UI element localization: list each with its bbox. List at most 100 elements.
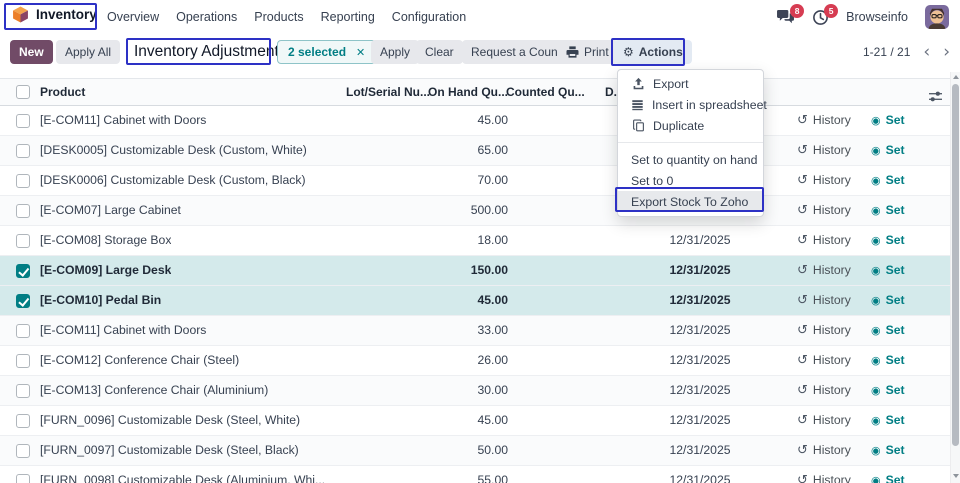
print-button[interactable]: Print [557, 40, 618, 64]
scheduled-date-cell[interactable]: 12/31/2025 [645, 256, 755, 285]
on-hand-quantity-cell[interactable]: 70.00 [418, 166, 508, 195]
set-button[interactable]: ◉Set [871, 346, 905, 375]
product-cell[interactable]: [E-COM13] Conference Chair (Aluminium) [40, 376, 268, 405]
request-count-button[interactable]: Request a Count [462, 40, 570, 64]
history-button[interactable]: ↺History [797, 436, 851, 465]
menu-operations[interactable]: Operations [176, 10, 237, 24]
set-button[interactable]: ◉Set [871, 136, 905, 165]
column-header-product[interactable]: Product [40, 79, 85, 105]
on-hand-quantity-cell[interactable]: 65.00 [418, 136, 508, 165]
history-button[interactable]: ↺History [797, 466, 851, 483]
table-row[interactable]: [E-COM11] Cabinet with Doors 33.00 12/31/2… [0, 316, 960, 346]
menu-item-set-to-0[interactable]: Set to 0 [618, 170, 763, 191]
scheduled-date-cell[interactable]: 12/31/2025 [645, 346, 755, 375]
product-cell[interactable]: [E-COM09] Large Desk [40, 256, 171, 285]
scheduled-date-cell[interactable]: 12/31/2025 [645, 316, 755, 345]
set-button[interactable]: ◉Set [871, 376, 905, 405]
history-button[interactable]: ↺History [797, 106, 851, 135]
set-button[interactable]: ◉Set [871, 256, 905, 285]
menu-overview[interactable]: Overview [107, 10, 159, 24]
on-hand-quantity-cell[interactable]: 55.00 [418, 466, 508, 483]
row-checkbox[interactable] [16, 234, 30, 248]
row-checkbox[interactable] [16, 114, 30, 128]
table-row[interactable]: [E-COM09] Large Desk 150.00 12/31/2025 ↺His… [0, 256, 960, 286]
on-hand-quantity-cell[interactable]: 50.00 [418, 436, 508, 465]
row-checkbox[interactable] [16, 354, 30, 368]
row-checkbox[interactable] [16, 384, 30, 398]
new-button[interactable]: New [10, 40, 53, 64]
row-checkbox[interactable] [16, 444, 30, 458]
pager-next-icon[interactable]: › [943, 41, 950, 63]
on-hand-quantity-cell[interactable]: 33.00 [418, 316, 508, 345]
row-checkbox[interactable] [16, 264, 30, 278]
row-checkbox[interactable] [16, 324, 30, 338]
row-checkbox[interactable] [16, 414, 30, 428]
menu-item-insert-in-spreadsheet[interactable]: Insert in spreadsheet [618, 94, 763, 115]
scrollbar-thumb[interactable] [952, 84, 959, 446]
product-cell[interactable]: [FURN_0097] Customizable Desk (Steel, Bl… [40, 436, 299, 465]
on-hand-quantity-cell[interactable]: 45.00 [418, 286, 508, 315]
on-hand-quantity-cell[interactable]: 18.00 [418, 226, 508, 255]
column-header-lot-serial[interactable]: Lot/Serial Nu... [338, 79, 430, 105]
table-row[interactable]: [FURN_0097] Customizable Desk (Steel, Bl… [0, 436, 960, 466]
set-button[interactable]: ◉Set [871, 466, 905, 483]
row-checkbox[interactable] [16, 204, 30, 218]
scroll-up-arrow-icon[interactable] [953, 75, 959, 79]
scheduled-date-cell[interactable]: 12/31/2025 [645, 286, 755, 315]
clear-selection-icon[interactable]: ✕ [356, 46, 365, 59]
table-row[interactable]: [E-COM08] Storage Box 18.00 12/31/2025 ↺His… [0, 226, 960, 256]
row-checkbox[interactable] [16, 294, 30, 308]
menu-item-set-to-quantity-on-hand[interactable]: Set to quantity on hand [618, 149, 763, 170]
history-button[interactable]: ↺History [797, 166, 851, 195]
on-hand-quantity-cell[interactable]: 45.00 [418, 106, 508, 135]
scheduled-date-cell[interactable]: 12/31/2025 [645, 226, 755, 255]
set-button[interactable]: ◉Set [871, 166, 905, 195]
table-row[interactable]: [E-COM10] Pedal Bin45.0012/31/2025↺Histo… [0, 286, 960, 316]
column-header-on-hand[interactable]: On Hand Qu... [428, 79, 506, 105]
row-checkbox[interactable] [16, 174, 30, 188]
set-button[interactable]: ◉Set [871, 316, 905, 345]
row-checkbox[interactable] [16, 144, 30, 158]
messages-button[interactable]: 8 [776, 9, 795, 25]
history-button[interactable]: ↺History [797, 376, 851, 405]
table-row[interactable]: [E-COM13] Conference Chair (Aluminium)30… [0, 376, 960, 406]
product-cell[interactable]: [DESK0006] Customizable Desk (Custom, Bl… [40, 166, 306, 195]
set-button[interactable]: ◉Set [871, 286, 905, 315]
user-name[interactable]: Browseinfo [846, 10, 908, 24]
set-button[interactable]: ◉Set [871, 406, 905, 435]
row-checkbox[interactable] [16, 474, 30, 483]
set-button[interactable]: ◉Set [871, 196, 905, 225]
history-button[interactable]: ↺History [797, 226, 851, 255]
table-row[interactable]: [DESK0006] Customizable Desk (Custom, Bl… [0, 166, 960, 196]
product-cell[interactable]: [E-COM11] Cabinet with Doors [40, 106, 206, 135]
on-hand-quantity-cell[interactable]: 150.00 [418, 256, 508, 285]
product-cell[interactable]: [DESK0005] Customizable Desk (Custom, Wh… [40, 136, 307, 165]
menu-products[interactable]: Products [254, 10, 303, 24]
product-cell[interactable]: [E-COM10] Pedal Bin [40, 286, 161, 315]
scheduled-date-cell[interactable]: 12/31/2025 [645, 406, 755, 435]
table-row[interactable]: [DESK0005] Customizable Desk (Custom, Wh… [0, 136, 960, 166]
on-hand-quantity-cell[interactable]: 26.00 [418, 346, 508, 375]
product-cell[interactable]: [FURN_0098] Customizable Desk (Aluminium… [40, 466, 325, 483]
avatar[interactable] [925, 5, 949, 29]
table-row[interactable]: [E-COM11] Cabinet with Doors 45.00 ↺Histor… [0, 106, 960, 136]
clear-button[interactable]: Clear [416, 40, 463, 64]
table-row[interactable]: [FURN_0096] Customizable Desk (Steel, Wh… [0, 406, 960, 436]
history-button[interactable]: ↺History [797, 256, 851, 285]
menu-item-export-stock-to-zoho[interactable]: Export Stock To Zoho [618, 191, 763, 212]
scheduled-date-cell[interactable]: 12/31/2025 [645, 436, 755, 465]
on-hand-quantity-cell[interactable]: 45.00 [418, 406, 508, 435]
product-cell[interactable]: [E-COM07] Large Cabinet [40, 196, 181, 225]
scheduled-date-cell[interactable]: 12/31/2025 [645, 466, 755, 483]
menu-item-export[interactable]: Export [618, 73, 763, 94]
app-switcher[interactable]: Inventory [12, 6, 97, 23]
menu-reporting[interactable]: Reporting [321, 10, 375, 24]
product-cell[interactable]: [E-COM11] Cabinet with Doors [40, 316, 206, 345]
set-button[interactable]: ◉Set [871, 106, 905, 135]
scroll-down-arrow-icon[interactable] [953, 474, 959, 478]
menu-configuration[interactable]: Configuration [392, 10, 466, 24]
on-hand-quantity-cell[interactable]: 500.00 [418, 196, 508, 225]
history-button[interactable]: ↺History [797, 406, 851, 435]
product-cell[interactable]: [E-COM08] Storage Box [40, 226, 171, 255]
menu-item-duplicate[interactable]: Duplicate [618, 115, 763, 136]
